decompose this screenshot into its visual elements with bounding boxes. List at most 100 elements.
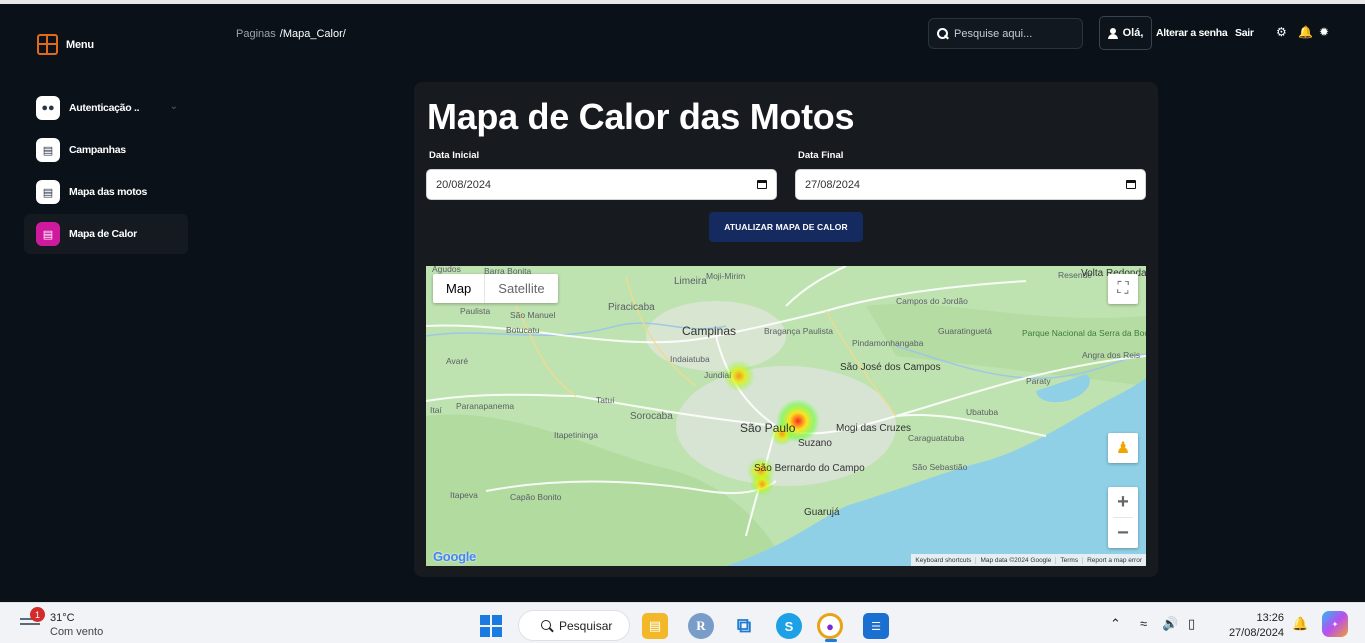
breadcrumb: Paginas/Mapa_Calor/ xyxy=(236,28,346,40)
skype-icon[interactable]: S xyxy=(776,613,802,639)
sidebar-item-mapa-calor[interactable]: ▤ Mapa de Calor xyxy=(24,214,188,254)
place-label: São Bernardo do Campo xyxy=(754,463,865,474)
place-label: Avaré xyxy=(446,356,468,366)
place-label: Guarujá xyxy=(804,507,840,518)
clock-time: 13:26 xyxy=(1256,612,1284,624)
start-date-input[interactable]: 20/08/2024 xyxy=(426,169,777,200)
sidebar-item-mapa-motos[interactable]: ▤ Mapa das motos xyxy=(24,172,188,212)
place-label: Botucatu xyxy=(506,325,540,335)
sidebar-item-label: Mapa de Calor xyxy=(69,228,137,240)
place-label: Itaí xyxy=(430,405,442,415)
breadcrumb-root[interactable]: Paginas xyxy=(236,28,276,40)
place-label: Paulista xyxy=(460,306,491,316)
map-data-text: Map data ©2024 Google xyxy=(975,556,1055,564)
end-date-label: Data Final xyxy=(798,150,844,161)
google-logo[interactable]: Google xyxy=(433,549,476,564)
windows-start-icon[interactable] xyxy=(480,615,502,637)
r-app-icon[interactable]: R xyxy=(688,613,714,639)
place-label: Pindamonhangaba xyxy=(852,338,924,348)
bell-icon[interactable]: 🔔 xyxy=(1292,616,1308,632)
calendar-icon[interactable] xyxy=(1126,180,1136,189)
update-heatmap-button[interactable]: ATUALIZAR MAPA DE CALOR xyxy=(709,212,863,242)
grid-logo-icon xyxy=(37,34,58,55)
fullscreen-icon[interactable]: ⛶ xyxy=(1108,274,1138,304)
taskbar: 1 31°C Com vento Pesquisar ▤ R ⧉ S ● ☰ ⌃… xyxy=(0,602,1365,643)
place-label: Guaratinguetá xyxy=(938,326,992,336)
greeting: Olá, xyxy=(1122,27,1144,39)
chevron-down-icon[interactable]: ⌄ xyxy=(170,101,178,112)
store-icon: ▤ xyxy=(36,180,60,204)
vscode-icon[interactable]: ⧉ xyxy=(731,613,757,639)
sidebar-item-campanhas[interactable]: ▤ Campanhas xyxy=(24,130,188,170)
place-label: Parque Nacional da Serra da Bocaina xyxy=(1022,328,1146,338)
place-label: São Paulo xyxy=(740,421,796,435)
weather-description: Com vento xyxy=(50,626,104,638)
sidebar-item-autenticacao[interactable]: ●● Autenticação .. ⌄ xyxy=(24,88,188,128)
start-date-label: Data Inicial xyxy=(429,150,480,161)
sidebar-item-label: Mapa das motos xyxy=(69,186,148,198)
place-label: Itapetininga xyxy=(554,430,598,440)
place-label: Paraty xyxy=(1026,376,1051,386)
copilot-icon[interactable]: ✦ xyxy=(1322,611,1348,637)
taskbar-search[interactable]: Pesquisar xyxy=(518,610,630,641)
zoom-in-button[interactable]: + xyxy=(1108,487,1138,517)
wifi-icon[interactable]: ≈ xyxy=(1140,616,1147,631)
place-label: Caraguatatuba xyxy=(908,433,965,443)
zoom-out-button[interactable]: − xyxy=(1108,518,1138,548)
search-icon xyxy=(937,28,948,39)
place-label: Ubatuba xyxy=(966,407,998,417)
place-label: Agudos xyxy=(432,266,461,274)
gear-icon[interactable]: ⚙ xyxy=(1276,25,1287,39)
clock[interactable]: 13:26 27/08/2024 xyxy=(1218,611,1284,641)
calendar-icon[interactable] xyxy=(757,180,767,189)
user-icon xyxy=(1107,27,1118,39)
tab-map[interactable]: Map xyxy=(433,274,486,303)
active-app-indicator xyxy=(825,639,837,642)
file-explorer-icon[interactable]: ▤ xyxy=(642,613,668,639)
place-label: Mogi das Cruzes xyxy=(836,423,911,434)
place-label: São Manuel xyxy=(510,310,555,320)
search-input[interactable] xyxy=(954,27,1074,40)
place-label: Paranapanema xyxy=(456,401,514,411)
logout-link[interactable]: Sair xyxy=(1235,27,1254,39)
wind-icon: 1 xyxy=(20,607,45,633)
heat-map[interactable]: Agudos Barra Bonita Limeira Moji-Mirim R… xyxy=(426,266,1146,566)
weather-widget[interactable]: 1 31°C Com vento xyxy=(20,607,104,639)
end-date-input[interactable]: 27/08/2024 xyxy=(795,169,1146,200)
volume-icon[interactable]: 🔊 xyxy=(1162,616,1178,632)
place-label: São José dos Campos xyxy=(840,362,941,373)
page-title: Mapa de Calor das Motos xyxy=(427,96,855,137)
report-error-link[interactable]: Report a map error xyxy=(1082,556,1146,564)
zoom-control: + − xyxy=(1108,487,1138,548)
change-password-link[interactable]: Alterar a senha xyxy=(1156,27,1228,39)
browser-icon[interactable]: ● xyxy=(817,613,843,639)
map-attribution: Keyboard shortcuts Map data ©2024 Google… xyxy=(911,554,1146,566)
sidebar-item-label: Campanhas xyxy=(69,144,126,156)
bell-icon[interactable]: 🔔 xyxy=(1298,25,1313,39)
place-label: Indaiatuba xyxy=(670,354,710,364)
heatmap-card: Mapa de Calor das Motos Data Inicial 20/… xyxy=(414,82,1158,577)
keyboard-shortcuts-link[interactable]: Keyboard shortcuts xyxy=(911,557,975,564)
search-icon xyxy=(541,619,553,632)
place-label: Piracicaba xyxy=(608,302,655,313)
place-label: Jundiaí xyxy=(704,370,732,380)
chevron-up-icon[interactable]: ⌃ xyxy=(1110,616,1121,632)
place-label: Bragança Paulista xyxy=(764,326,833,336)
users-icon: ●● xyxy=(36,96,60,120)
notepad-icon[interactable]: ☰ xyxy=(863,613,889,639)
end-date-value: 27/08/2024 xyxy=(805,178,861,191)
battery-icon[interactable]: ▯ xyxy=(1188,616,1195,632)
user-button[interactable]: Olá, xyxy=(1099,16,1152,50)
tab-satellite[interactable]: Satellite xyxy=(485,274,557,303)
place-label: São Sebastião xyxy=(912,462,968,472)
store-icon: ▤ xyxy=(36,138,60,162)
temperature: 31°C xyxy=(50,612,75,624)
brand-label: Menu xyxy=(66,38,94,51)
settings-icon[interactable]: ✹ xyxy=(1319,25,1329,39)
pegman-icon[interactable]: ♟ xyxy=(1108,433,1138,463)
terms-link[interactable]: Terms xyxy=(1055,556,1082,564)
top-strip xyxy=(0,0,1365,4)
place-label: Itapeva xyxy=(450,490,478,500)
brand[interactable]: Menu xyxy=(37,34,94,55)
taskbar-search-label: Pesquisar xyxy=(559,618,613,633)
